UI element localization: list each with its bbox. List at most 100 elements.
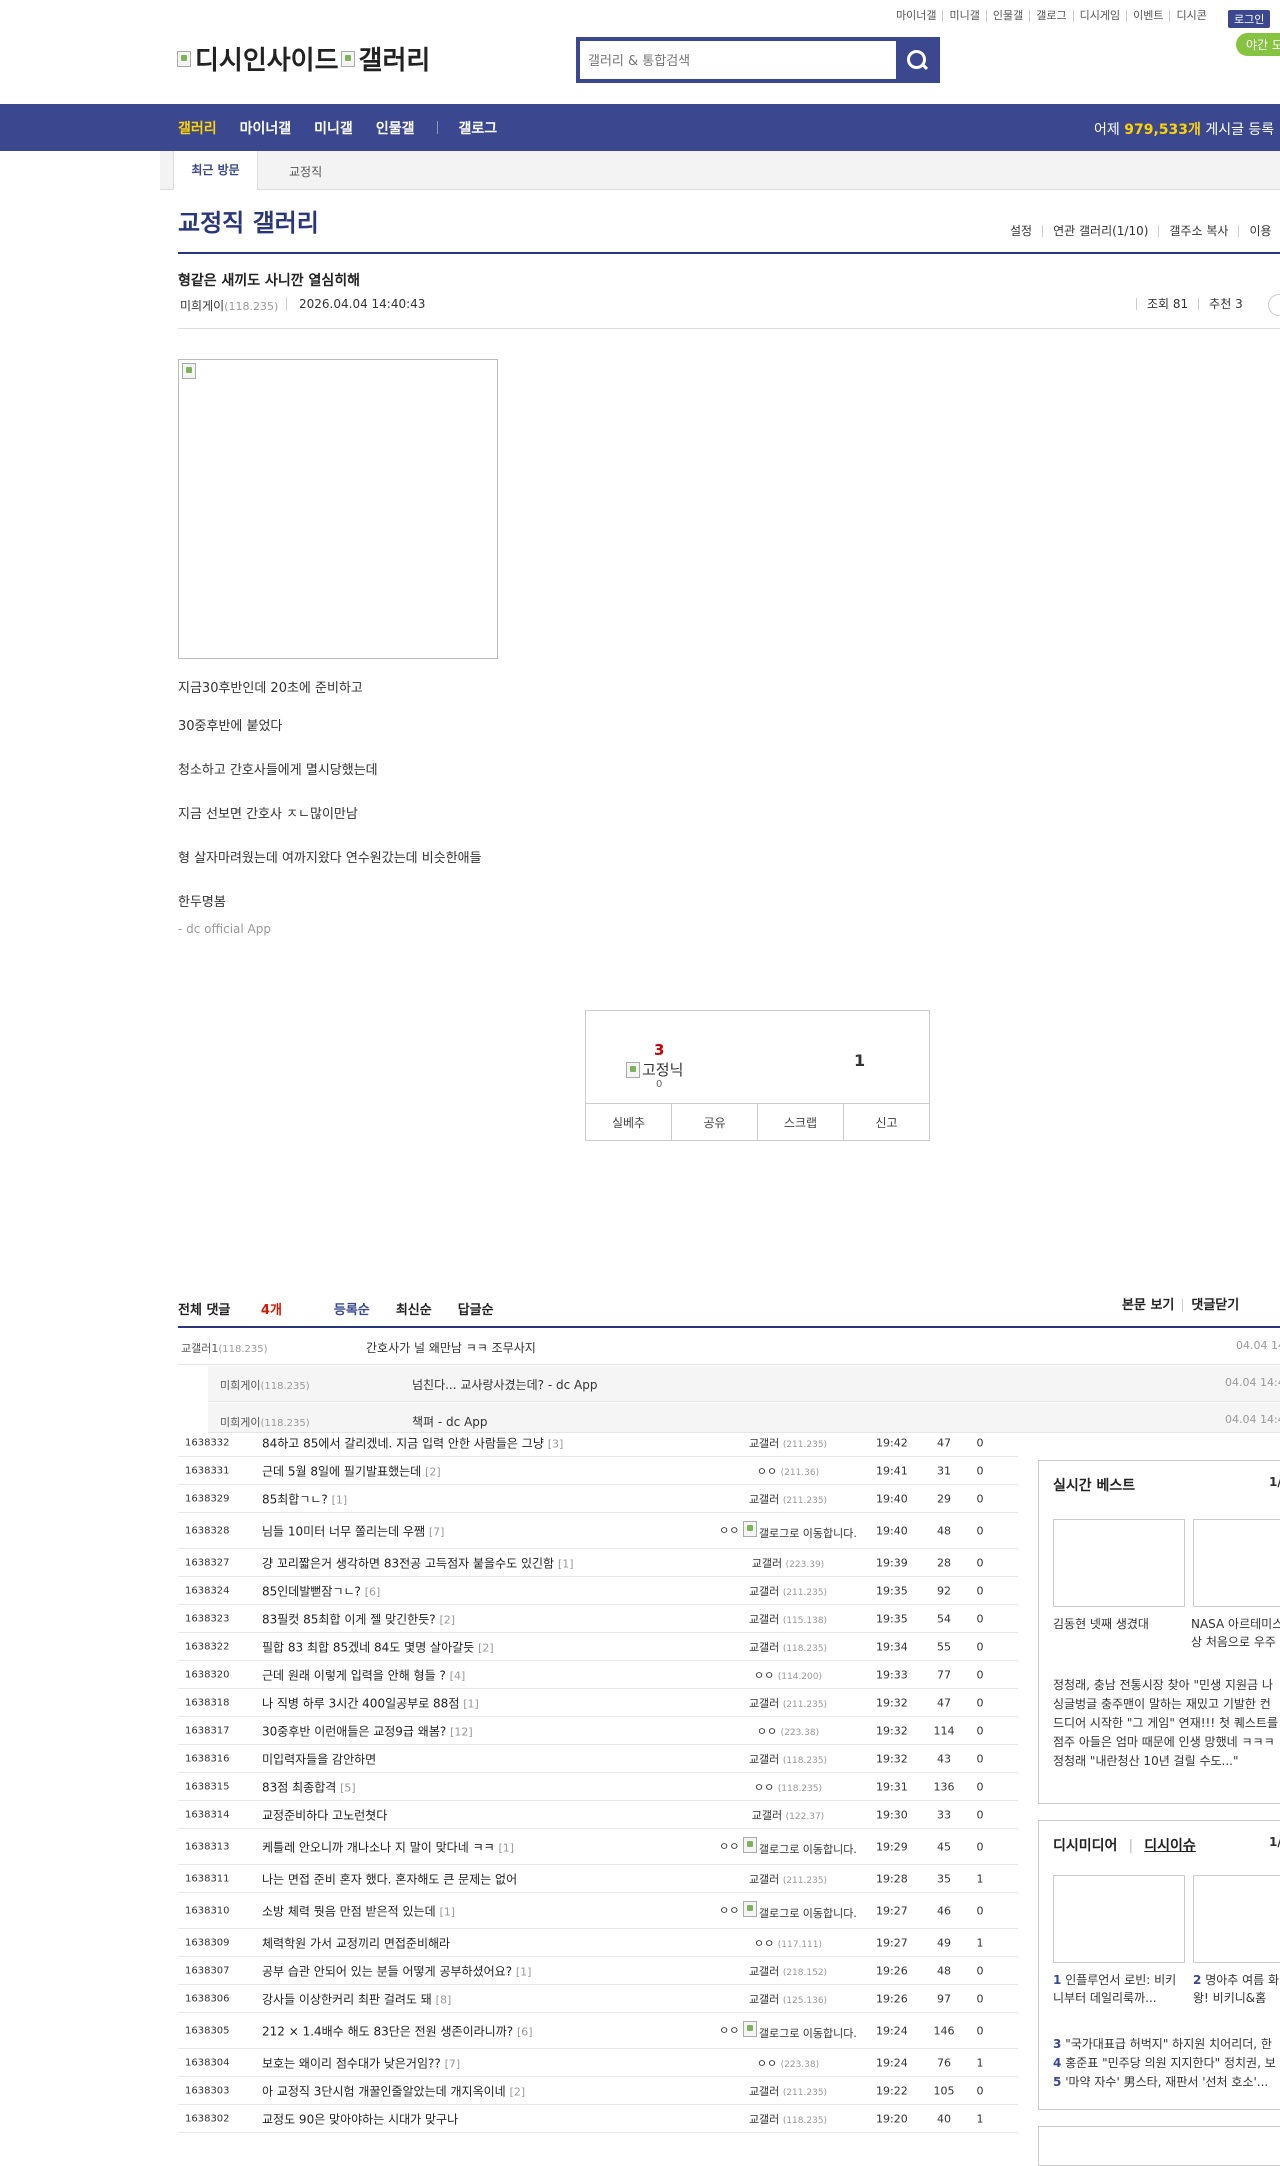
row-reply-count[interactable]: [12] — [450, 1725, 473, 1738]
row-subject[interactable]: 교정준비하다 고노런쳣다 — [262, 1806, 387, 1823]
row-subject[interactable]: 케틀레 안오니까 개나소나 지 말이 맞다네 ㅋㅋ [1] — [262, 1838, 514, 1855]
top-link[interactable]: 디시게임 — [1074, 10, 1128, 22]
row-writer[interactable]: ㅇㅇ (223.38) — [708, 2055, 868, 2071]
list-row[interactable]: 1638305 212 × 1.4배수 해도 83단은 전원 생존이라니까? [6… — [178, 2013, 1018, 2049]
list-row[interactable]: 1638318 나 직병 하루 3시간 400일공부로 88점 [1] 교갤러 (2… — [178, 1689, 1018, 1717]
realtime-best-title[interactable]: 실시간 베스트 — [1053, 1475, 1135, 1495]
row-subject[interactable]: 근데 5월 8일에 필기발표했는데 [2] — [262, 1462, 441, 1479]
row-subject[interactable]: 체력학원 가서 교정끼리 면접준비해라 — [262, 1934, 450, 1951]
recent-visit-item[interactable]: 교정직 — [289, 163, 322, 180]
row-writer[interactable]: 교갤러 (211.235) — [708, 1871, 868, 1887]
list-row[interactable]: 1638307 공부 습관 안되어 있는 분들 어떻게 공부하셨어요? [1] 교갤… — [178, 1957, 1018, 1985]
list-row[interactable]: 1638323 83필컷 85최합 이게 젤 맞긴한듯? [2] 교갤러 (115.… — [178, 1605, 1018, 1633]
dc-media-tab[interactable]: 디시미디어 — [1053, 1838, 1117, 1854]
copy-address-link[interactable]: 갤주소 복사 — [1158, 225, 1238, 237]
gallog-link[interactable]: 갤로그로 이동합니다. — [742, 2020, 857, 2041]
media-caption[interactable]: 1 인플루언서 로빈: 비키니부터 데일리룩까... — [1053, 1971, 1185, 2007]
list-row[interactable]: 1638315 83점 최종합격 [5] ㅇㅇ (118.235) 19:31 136 0 — [178, 1773, 1018, 1801]
post-writer[interactable]: 미희게이(118.235) — [180, 297, 278, 314]
recommend-up-button[interactable]: 고정닉 — [626, 1059, 683, 1080]
row-subject[interactable]: 85최합ㄱㄴ? [1] — [262, 1490, 347, 1507]
nav-person-gallery[interactable]: 인물갤 — [376, 118, 415, 138]
top-link[interactable]: 마이너갤 — [890, 10, 944, 22]
row-writer[interactable]: 교갤러 (115.138) — [708, 1611, 868, 1627]
row-reply-count[interactable]: [6] — [517, 2025, 533, 2038]
search-icon[interactable] — [896, 41, 936, 79]
related-gallery-link[interactable]: 연관 갤러리(1/10) — [1042, 225, 1158, 237]
nav-mini-gallery[interactable]: 미니갤 — [314, 118, 353, 138]
gallog-link[interactable]: 갤로그로 이동합니다. — [742, 1836, 857, 1857]
row-writer[interactable]: 교갤러 (211.235) — [708, 1435, 868, 1451]
list-row[interactable]: 1638331 근데 5월 8일에 필기발표했는데 [2] ㅇㅇ (211.36) 1… — [178, 1457, 1018, 1485]
row-subject[interactable]: 걍 꼬리짧은거 생각하면 83전공 고득점자 붙을수도 있긴함 [1] — [262, 1554, 574, 1571]
media-list-item[interactable]: 5 '마약 자수' 男스타, 재판서 '선처 호소'... — [1053, 2073, 1276, 2092]
list-row[interactable]: 1638306 강사들 이상한커리 최판 걸려도 돼 [8] 교갤러 (125.13… — [178, 1985, 1018, 2013]
list-row[interactable]: 1638310 소방 체력 뭣음 만점 받은적 있는데 [1] ㅇㅇ 갤로그로 이동… — [178, 1893, 1018, 1929]
row-subject[interactable]: 나 직병 하루 3시간 400일공부로 88점 [1] — [262, 1694, 479, 1711]
top-link[interactable]: 디시콘 — [1170, 10, 1212, 22]
best-list-item[interactable]: 점주 아들은 엄마 때문에 인생 망했네 ㅋㅋㅋ — [1053, 1733, 1278, 1752]
list-row[interactable]: 1638332 84하고 85에서 갈리겠네. 지금 입력 안한 사람들은 그냥 … — [178, 1429, 1018, 1457]
comment-writer[interactable]: 미희게이(118.235) — [220, 1414, 310, 1430]
sort-registered[interactable]: 등록순 — [334, 1299, 370, 1318]
share-button[interactable]: 공유 — [671, 1104, 757, 1141]
row-subject[interactable]: 85인데발뻗잠ㄱㄴ? [6] — [262, 1582, 380, 1599]
row-writer[interactable]: ㅇㅇ 갤로그로 이동합니다. — [708, 1520, 868, 1541]
top-link[interactable]: 미니갤 — [943, 10, 987, 22]
list-row[interactable]: 1638314 교정준비하다 고노런쳣다 교갤러 (122.37) 19:30 33 0 — [178, 1801, 1018, 1829]
best-thumbnail[interactable] — [1193, 1519, 1280, 1607]
list-row[interactable]: 1638311 나는 면접 준비 혼자 했다. 혼자해도 큰 문제는 없어 교갤러… — [178, 1865, 1018, 1893]
best-list-item[interactable]: 정청래, 충남 전통시장 찾아 "민생 지원금 나 — [1053, 1676, 1278, 1695]
row-writer[interactable]: ㅇㅇ 갤로그로 이동합니다. — [708, 1836, 868, 1857]
row-reply-count[interactable]: [2] — [425, 1465, 441, 1478]
list-row[interactable]: 1638313 케틀레 안오니까 개나소나 지 말이 맞다네 ㅋㅋ [1] ㅇㅇ 갤… — [178, 1829, 1018, 1865]
view-body-button[interactable]: 본문 보기 — [1122, 1299, 1182, 1312]
row-writer[interactable]: ㅇㅇ (223.38) — [708, 1723, 868, 1739]
row-reply-count[interactable]: [1] — [516, 1965, 532, 1978]
real-best-button[interactable]: 실베추 — [586, 1104, 671, 1141]
row-reply-count[interactable]: [2] — [510, 2085, 526, 2098]
row-subject[interactable]: 공부 습관 안되어 있는 분들 어떻게 공부하셨어요? [1] — [262, 1962, 531, 1979]
row-reply-count[interactable]: [5] — [340, 1781, 356, 1794]
comment-writer[interactable]: 미희게이(118.235) — [220, 1377, 310, 1393]
row-subject[interactable]: 교정도 90은 맞아야하는 시대가 맞구나 — [262, 2110, 458, 2127]
row-subject[interactable]: 보호는 왜이리 점수대가 낮은거임?? [7] — [262, 2054, 460, 2071]
comment-jump-button[interactable] — [1268, 294, 1280, 316]
row-writer[interactable]: 교갤러 (125.136) — [708, 1991, 868, 2007]
sort-replies[interactable]: 답글순 — [458, 1299, 494, 1318]
row-reply-count[interactable]: [1] — [463, 1697, 479, 1710]
row-writer[interactable]: 교갤러 (218.152) — [708, 1963, 868, 1979]
row-reply-count[interactable]: [8] — [436, 1993, 452, 2006]
row-writer[interactable]: ㅇㅇ 갤로그로 이동합니다. — [708, 1900, 868, 1921]
list-row[interactable]: 1638309 체력학원 가서 교정끼리 면접준비해라 ㅇㅇ (117.111) 1… — [178, 1929, 1018, 1957]
row-subject[interactable]: 84하고 85에서 갈리겠네. 지금 입력 안한 사람들은 그냥 [3] — [262, 1434, 563, 1451]
media-caption[interactable]: 2 명아추 여름 화 왕! 비키니&홈 — [1193, 1971, 1280, 2007]
report-button[interactable]: 신고 — [843, 1104, 929, 1141]
sort-latest[interactable]: 최신순 — [396, 1299, 432, 1318]
list-row[interactable]: 1638317 30중후반 이런애들은 교정9급 왜봄? [12] ㅇㅇ (223.… — [178, 1717, 1018, 1745]
nav-minor-gallery[interactable]: 마이너갤 — [240, 118, 292, 138]
media-list-item[interactable]: 3 "국가대표급 허벅지" 하지원 치어리더, 한 — [1053, 2035, 1276, 2054]
row-writer[interactable]: ㅇㅇ (118.235) — [708, 1779, 868, 1795]
media-thumbnail[interactable] — [1053, 1875, 1185, 1963]
row-writer[interactable]: 교갤러 (118.235) — [708, 1751, 868, 1767]
settings-link[interactable]: 설정 — [1000, 225, 1042, 237]
row-reply-count[interactable]: [1] — [498, 1841, 514, 1854]
top-link[interactable]: 갤로그 — [1030, 10, 1074, 22]
row-writer[interactable]: 교갤러 (211.235) — [708, 1583, 868, 1599]
best-list-item[interactable]: 싱글벙글 충주맨이 말하는 재밌고 기발한 컨 — [1053, 1695, 1278, 1714]
row-reply-count[interactable]: [7] — [429, 1525, 445, 1538]
row-writer[interactable]: 교갤러 (118.235) — [708, 2111, 868, 2127]
list-row[interactable]: 1638328 님들 10미터 너무 쫄리는데 우쨈 [7] ㅇㅇ 갤로그로 이동합… — [178, 1513, 1018, 1549]
row-reply-count[interactable]: [1] — [558, 1557, 574, 1570]
row-subject[interactable]: 필합 83 최합 85겠네 84도 몇명 살아갈듯 [2] — [262, 1638, 494, 1655]
usage-link[interactable]: 이용 — [1238, 225, 1280, 237]
best-list-item[interactable]: 정청래 "내란청산 10년 걸릴 수도..." — [1053, 1752, 1278, 1771]
row-writer[interactable]: ㅇㅇ (114.200) — [708, 1667, 868, 1683]
row-subject[interactable]: 나는 면접 준비 혼자 했다. 혼자해도 큰 문제는 없어 — [262, 1870, 517, 1887]
row-subject[interactable]: 30중후반 이런애들은 교정9급 왜봄? [12] — [262, 1722, 473, 1739]
row-writer[interactable]: 교갤러 (223.39) — [708, 1555, 868, 1571]
media-thumbnail[interactable] — [1193, 1875, 1280, 1963]
row-writer[interactable]: 교갤러 (211.235) — [708, 1491, 868, 1507]
row-reply-count[interactable]: [6] — [365, 1585, 381, 1598]
